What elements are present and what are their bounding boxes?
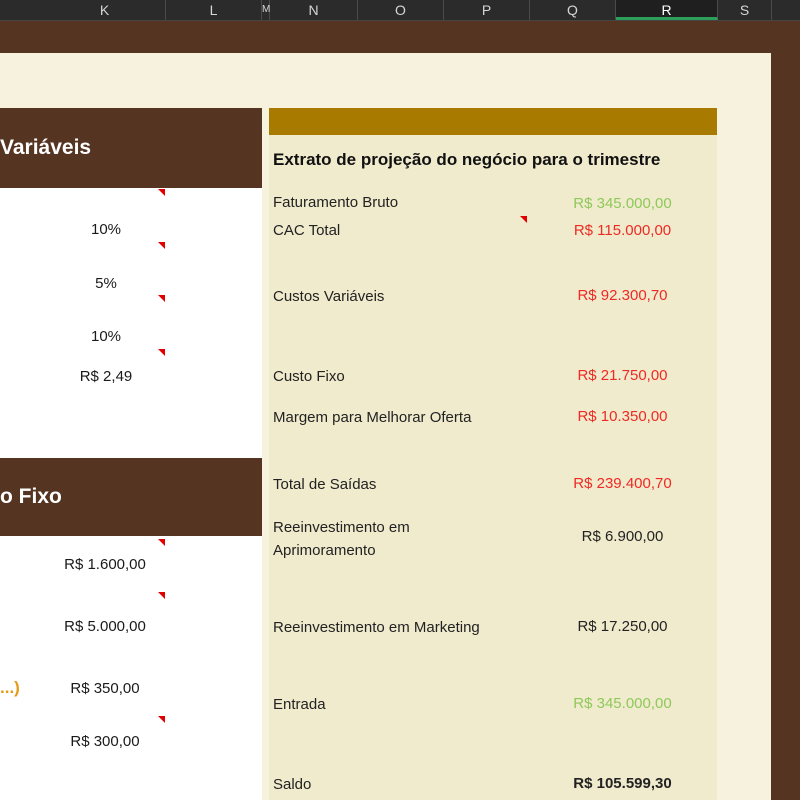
statement-title: Extrato de projeção do negócio para o tr… xyxy=(273,150,661,169)
statement-row-label: Total de Saídas xyxy=(273,476,377,493)
comment-indicator-icon[interactable] xyxy=(520,216,527,223)
truncated-label: ...) xyxy=(0,678,20,697)
column-header-q[interactable]: Q xyxy=(530,0,616,20)
comment-indicator-icon[interactable] xyxy=(158,295,165,302)
fixed-cost-value[interactable]: R$ 5.000,00 xyxy=(55,618,155,635)
statement-row-value[interactable]: R$ 6.900,00 xyxy=(540,528,705,545)
statement-row-value[interactable]: R$ 239.400,70 xyxy=(540,475,705,492)
statement-row-label: Custo Fixo xyxy=(273,368,345,385)
statement-row-label: Margem para Melhorar Oferta xyxy=(273,409,472,426)
column-header-bar: K L M N O P Q R S xyxy=(0,0,800,21)
statement-row-label: Reeinvestimento em Marketing xyxy=(273,619,480,636)
statement-row-value[interactable]: R$ 345.000,00 xyxy=(540,195,705,212)
fixed-cost-value[interactable]: R$ 350,00 xyxy=(55,680,155,697)
comment-indicator-icon[interactable] xyxy=(158,242,165,249)
statement-row-value[interactable]: R$ 17.250,00 xyxy=(540,618,705,635)
comment-indicator-icon[interactable] xyxy=(158,539,165,546)
variable-cost-value[interactable]: 5% xyxy=(60,275,152,292)
fixed-costs-heading: o Fixo xyxy=(0,458,262,536)
variable-cost-value[interactable]: R$ 2,49 xyxy=(60,368,152,385)
statement-header-bar xyxy=(269,108,717,135)
statement-row-value[interactable]: R$ 21.750,00 xyxy=(540,367,705,384)
statement-row-label: CAC Total xyxy=(273,222,341,239)
statement-row-label: Entrada xyxy=(273,696,326,713)
statement-row-value[interactable]: R$ 105.599,30 xyxy=(540,775,705,792)
statement-row-label: Custos Variáveis xyxy=(273,288,385,305)
column-header-k[interactable]: K xyxy=(44,0,166,20)
statement-row-label: Reeinvestimento em Aprimoramento xyxy=(273,519,410,559)
column-header-o[interactable]: O xyxy=(358,0,444,20)
comment-indicator-icon[interactable] xyxy=(158,189,165,196)
fixed-cost-value[interactable]: R$ 300,00 xyxy=(55,733,155,750)
comment-indicator-icon[interactable] xyxy=(158,592,165,599)
column-header-m[interactable]: M xyxy=(262,0,270,20)
statement-row-label: Faturamento Bruto xyxy=(273,194,399,211)
statement-row-value[interactable]: R$ 345.000,00 xyxy=(540,695,705,712)
column-header-n[interactable]: N xyxy=(270,0,358,20)
comment-indicator-icon[interactable] xyxy=(158,349,165,356)
variable-cost-value[interactable]: 10% xyxy=(60,328,152,345)
comment-indicator-icon[interactable] xyxy=(158,716,165,723)
variable-costs-heading: Variáveis xyxy=(0,108,262,188)
column-header-r[interactable]: R xyxy=(616,0,718,20)
statement-row-label: Saldo xyxy=(273,776,312,793)
column-header-l[interactable]: L xyxy=(166,0,262,20)
fixed-cost-value[interactable]: R$ 1.600,00 xyxy=(55,556,155,573)
statement-row-value[interactable]: R$ 10.350,00 xyxy=(540,408,705,425)
column-header-s[interactable]: S xyxy=(718,0,772,20)
statement-row-value[interactable]: R$ 92.300,70 xyxy=(540,287,705,304)
variable-cost-value[interactable]: 10% xyxy=(60,221,152,238)
column-header-p[interactable]: P xyxy=(444,0,530,20)
statement-row-value[interactable]: R$ 115.000,00 xyxy=(540,222,705,239)
